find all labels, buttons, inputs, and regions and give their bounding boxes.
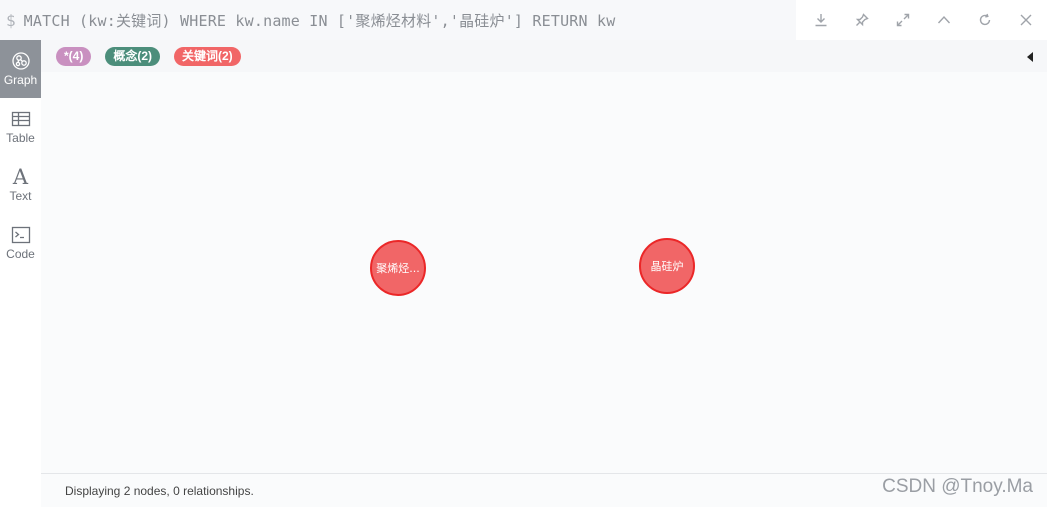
legend-concept[interactable]: 概念(2)	[105, 46, 161, 66]
view-table-label: Table	[6, 131, 35, 145]
download-icon	[815, 14, 826, 27]
query-bar: $ MATCH (kw:关键词) WHERE kw.name IN ['聚烯烃材…	[0, 0, 1047, 40]
inspector-toggle-icon[interactable]	[1027, 52, 1033, 62]
view-table-button[interactable]: Table	[0, 98, 41, 156]
prompt-symbol: $	[6, 10, 16, 30]
collapse-up-icon	[937, 15, 950, 24]
graph-node[interactable]: 聚烯烃...	[370, 240, 426, 296]
expand-icon	[896, 13, 909, 27]
view-text-button[interactable]: A Text	[0, 156, 41, 214]
cypher-query-text[interactable]: MATCH (kw:关键词) WHERE kw.name IN ['聚烯烃材料'…	[24, 10, 616, 31]
view-graph-label: Graph	[3, 73, 38, 87]
pin-icon	[855, 13, 869, 27]
close-button[interactable]	[1005, 0, 1046, 40]
view-text-label: Text	[9, 189, 32, 203]
close-icon	[1020, 14, 1031, 26]
view-graph-button[interactable]: Graph	[0, 40, 41, 98]
view-switcher: Graph Table A Text Code	[0, 40, 41, 507]
graph-node[interactable]: 晶硅炉	[639, 238, 695, 294]
label-legend: *(4) 概念(2) 关键词(2)	[41, 40, 1047, 72]
graph-icon	[11, 52, 30, 70]
view-code-button[interactable]: Code	[0, 214, 41, 272]
legend-keyword[interactable]: 关键词(2)	[174, 46, 241, 66]
node-caption: 聚烯烃...	[376, 262, 420, 275]
watermark: CSDN @Tnoy.Ma	[882, 476, 1033, 497]
text-icon: A	[12, 165, 29, 189]
pin-button[interactable]	[841, 0, 882, 40]
download-button[interactable]	[800, 0, 841, 40]
fullscreen-button[interactable]	[882, 0, 923, 40]
view-code-label: Code	[6, 247, 35, 261]
collapse-frame-button[interactable]	[923, 0, 964, 40]
query-editor[interactable]: $ MATCH (kw:关键词) WHERE kw.name IN ['聚烯烃材…	[0, 0, 796, 40]
graph-canvas[interactable]: *(4) 概念(2) 关键词(2) 聚烯烃... 晶硅炉	[41, 40, 1047, 473]
table-icon	[11, 111, 30, 127]
rerun-button[interactable]	[964, 0, 1005, 40]
frame-actions	[800, 0, 1047, 40]
graph-visualization[interactable]: 聚烯烃... 晶硅炉	[41, 72, 1047, 473]
status-message: Displaying 2 nodes, 0 relationships.	[65, 483, 254, 498]
rerun-icon	[979, 13, 990, 26]
legend-all-nodes[interactable]: *(4)	[56, 46, 92, 66]
node-caption: 晶硅炉	[651, 260, 684, 273]
code-icon	[11, 226, 30, 244]
